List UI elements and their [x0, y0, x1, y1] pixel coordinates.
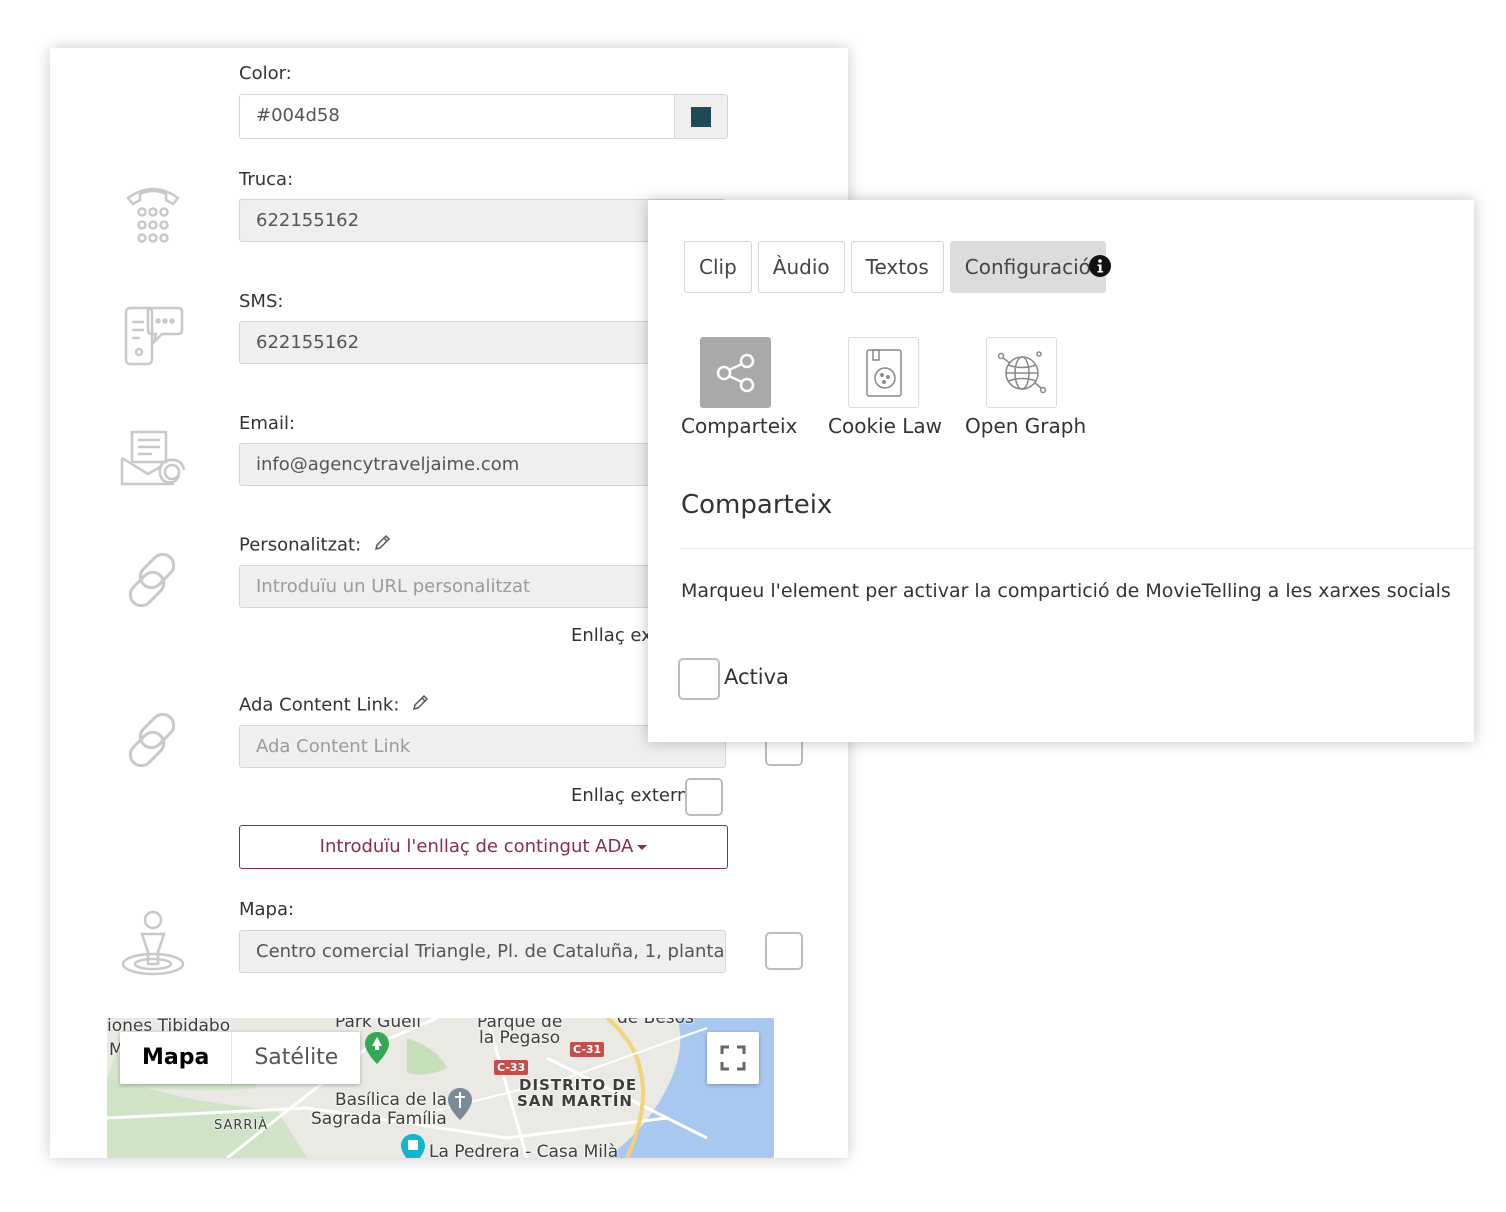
activa-checkbox[interactable] [678, 658, 720, 700]
phone-icon [118, 178, 188, 248]
config-item-label: Cookie Law [828, 414, 942, 438]
church-marker-icon [448, 1088, 472, 1120]
pencil-icon[interactable] [373, 534, 391, 557]
sms-label: SMS: [239, 291, 284, 312]
truca-label: Truca: [239, 169, 294, 190]
tab-configuracio[interactable]: Configuració [949, 241, 1106, 293]
config-item-open-graph[interactable]: Open Graph [965, 337, 1087, 438]
map-label-distrito-2: SAN MARTÍN [517, 1092, 633, 1110]
config-item-label: Open Graph [965, 414, 1087, 438]
config-dialog: Clip Àudio Textos Configuració Compartei… [648, 200, 1474, 742]
email-label: Email: [239, 413, 296, 434]
section-title: Comparteix [681, 490, 833, 520]
color-label: Color: [239, 63, 292, 84]
tab-clip[interactable]: Clip [684, 241, 752, 293]
personalitzat-label-row: Personalitzat: [239, 534, 391, 557]
ada-label-row: Ada Content Link: [239, 694, 429, 717]
link-icon [118, 704, 188, 774]
park-marker-icon [365, 1032, 389, 1064]
cookie-icon-box [847, 337, 919, 408]
map-label-pegaso: la Pegaso [479, 1028, 561, 1048]
map-label-pedrera: La Pedrera - Casa Milà [429, 1142, 619, 1158]
link-icon [118, 544, 188, 614]
tab-textos[interactable]: Textos [850, 241, 944, 293]
dialog-tabs: Clip Àudio Textos Configuració [684, 241, 1106, 293]
mapa-label: Mapa: [239, 899, 295, 920]
mapa-visible-checkbox[interactable] [765, 932, 803, 970]
section-description: Marqueu l'element per activar la compart… [681, 580, 1451, 602]
map-pin-icon [118, 908, 188, 978]
road-tag-c33: C-33 [494, 1060, 529, 1075]
museum-marker-icon [401, 1134, 425, 1158]
pencil-icon[interactable] [411, 694, 429, 717]
share-icon-box [699, 337, 771, 408]
divider [681, 548, 1474, 549]
fullscreen-icon [720, 1045, 746, 1071]
map-label-basilica-2: Sagrada Família [311, 1109, 447, 1129]
mapa-input[interactable]: Centro comercial Triangle, Pl. de Catalu… [239, 930, 726, 973]
activa-label: Activa [724, 665, 789, 689]
config-item-cookie-law[interactable]: Cookie Law [828, 337, 942, 438]
tab-audio[interactable]: Àudio [757, 241, 845, 293]
personalitzat-label: Personalitzat: [239, 534, 362, 556]
ada-label: Ada Content Link: [239, 694, 400, 716]
road-tag-c31: C-31 [570, 1042, 605, 1057]
config-item-comparteix[interactable]: Comparteix [681, 337, 798, 438]
ada-button-label: Introduïu l'enllaç de contingut ADA [319, 836, 634, 857]
personalitzat-extern-label: Enllaç ex [571, 625, 652, 646]
fullscreen-button[interactable] [707, 1032, 759, 1084]
config-item-label: Comparteix [681, 414, 798, 438]
globe-icon-box [985, 337, 1057, 408]
ada-extern-checkbox[interactable] [685, 778, 723, 816]
map-label-besos: de Besòs [617, 1018, 694, 1028]
share-icon [716, 353, 754, 393]
info-icon[interactable] [1089, 255, 1111, 277]
color-input[interactable]: #004d58 [239, 94, 675, 139]
ada-extern-label: Enllaç extern [571, 785, 689, 806]
map-label-park-guell: Park Güell [335, 1018, 421, 1032]
cookie-icon [865, 349, 902, 397]
google-map[interactable]: iones Tibidabo M Park Güell Parque de la… [107, 1018, 774, 1158]
map-type-control: Mapa Satélite [120, 1032, 361, 1084]
color-picker-button[interactable] [674, 94, 728, 139]
globe-network-icon [997, 351, 1046, 394]
map-type-satelite-button[interactable]: Satélite [232, 1032, 360, 1084]
sms-icon [118, 300, 188, 370]
color-swatch [691, 107, 711, 127]
map-type-mapa-button[interactable]: Mapa [120, 1032, 233, 1084]
map-label-sarria: SARRIÀ [214, 1118, 269, 1133]
map-label-basilica-1: Basílica de la [335, 1090, 448, 1110]
email-icon [118, 424, 188, 494]
caret-down-icon [637, 844, 648, 850]
ada-content-dropdown-button[interactable]: Introduïu l'enllaç de contingut ADA [239, 825, 728, 869]
